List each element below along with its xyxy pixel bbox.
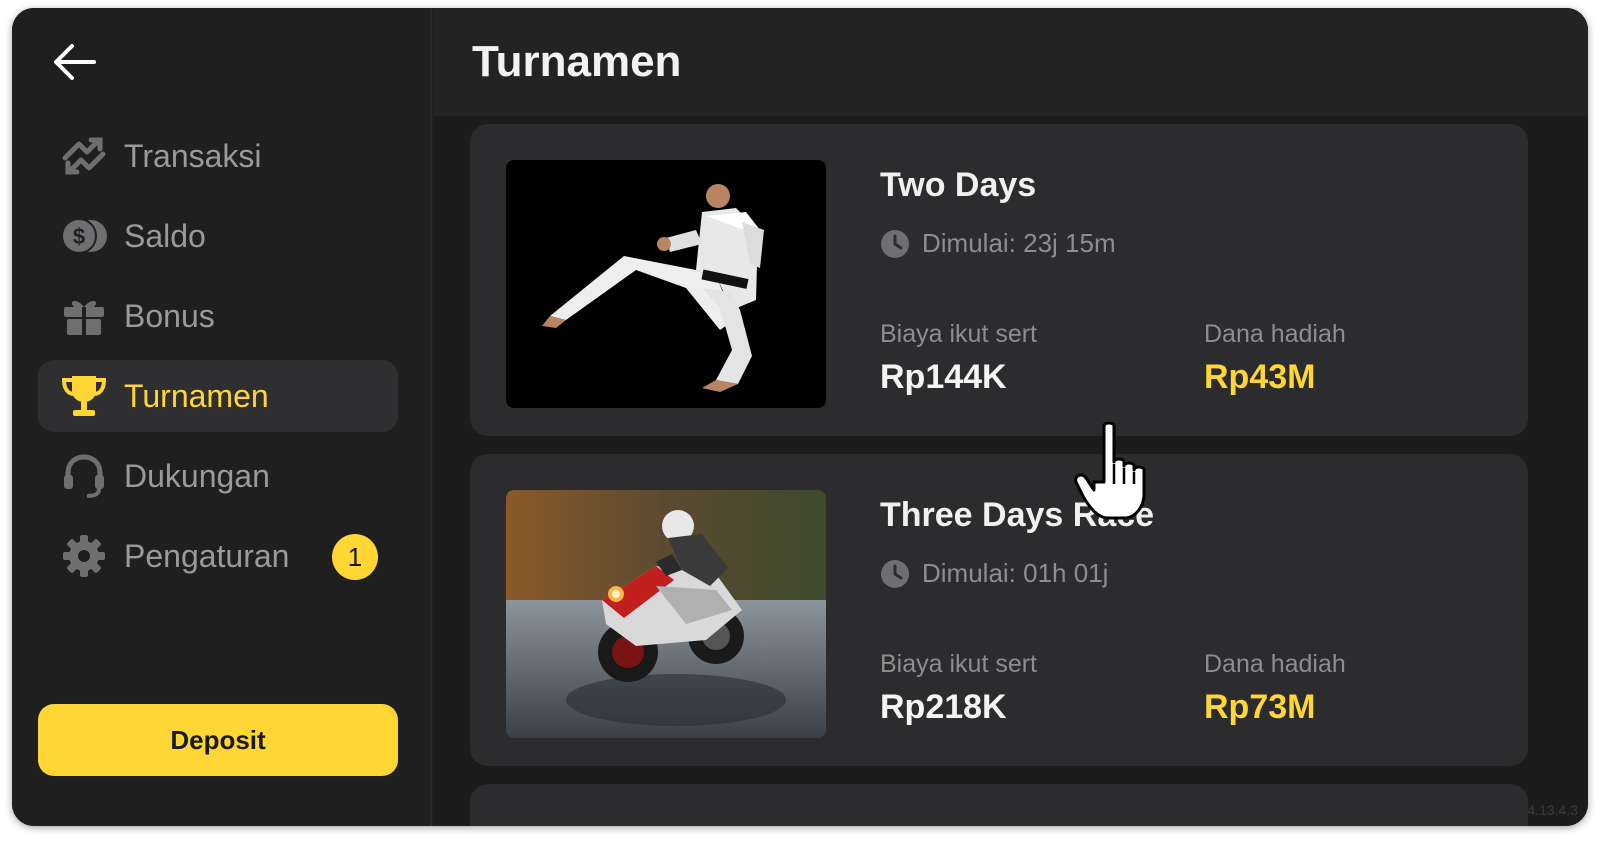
page-title: Turnamen bbox=[472, 37, 682, 86]
header: Turnamen bbox=[434, 8, 1588, 116]
gear-icon bbox=[58, 530, 110, 582]
tournament-title: Three Days Race bbox=[880, 496, 1155, 534]
sidebar-item-saldo[interactable]: $ Saldo bbox=[38, 200, 398, 272]
tournament-start: Dimulai: 01h 01j bbox=[880, 558, 1108, 589]
sidebar-item-pengaturan[interactable]: Pengaturan 1 bbox=[38, 520, 398, 592]
fee-label: Biaya ikut sert bbox=[880, 650, 1038, 678]
deposit-button[interactable]: Deposit bbox=[38, 704, 398, 776]
clock-icon bbox=[881, 229, 909, 258]
start-time: Dimulai: 23j 15m bbox=[922, 228, 1116, 258]
sidebar-item-label: Transaksi bbox=[124, 137, 262, 174]
gift-icon bbox=[58, 290, 110, 342]
arrow-left-icon bbox=[54, 44, 96, 80]
tournament-title: Two Days bbox=[880, 166, 1037, 204]
sidebar: Transaksi $ Saldo Bonus Turnamen Dukunga… bbox=[12, 8, 432, 826]
prize-value: Rp43M bbox=[1204, 358, 1316, 396]
transfer-icon bbox=[58, 130, 110, 182]
notification-badge: 1 bbox=[332, 534, 378, 580]
prize-value: Rp73M bbox=[1204, 688, 1316, 726]
main-content: Turnamen Two Days Dimulai: 23j 15m Biaya… bbox=[434, 8, 1588, 826]
app-window: Transaksi $ Saldo Bonus Turnamen Dukunga… bbox=[12, 8, 1588, 826]
sidebar-item-label: Saldo bbox=[124, 217, 206, 254]
sidebar-item-label: Pengaturan bbox=[124, 537, 290, 574]
svg-text:$: $ bbox=[73, 224, 85, 249]
coins-icon: $ bbox=[58, 210, 110, 262]
headset-icon bbox=[58, 450, 110, 502]
clock-icon bbox=[881, 559, 909, 588]
sidebar-nav: Transaksi $ Saldo Bonus Turnamen Dukunga… bbox=[38, 120, 398, 600]
tournament-card[interactable]: Two Days Dimulai: 23j 15m Biaya ikut ser… bbox=[470, 124, 1528, 436]
prize-label: Dana hadiah bbox=[1204, 650, 1346, 678]
sidebar-item-dukungan[interactable]: Dukungan bbox=[38, 440, 398, 512]
sidebar-item-bonus[interactable]: Bonus bbox=[38, 280, 398, 352]
fee-value: Rp144K bbox=[880, 358, 1007, 396]
taekwondo-kick-photo bbox=[506, 160, 826, 408]
trophy-icon bbox=[58, 370, 110, 422]
tournament-start: Dimulai: 23j 15m bbox=[880, 228, 1116, 259]
sidebar-item-transaksi[interactable]: Transaksi bbox=[38, 120, 398, 192]
start-time: Dimulai: 01h 01j bbox=[922, 558, 1109, 588]
prize-label: Dana hadiah bbox=[1204, 320, 1346, 348]
version-label: 4.13.4.3 bbox=[1527, 802, 1578, 818]
sidebar-item-turnamen[interactable]: Turnamen bbox=[38, 360, 398, 432]
sidebar-item-label: Turnamen bbox=[124, 377, 269, 414]
fee-value: Rp218K bbox=[880, 688, 1007, 726]
tournament-card[interactable] bbox=[470, 784, 1528, 826]
sidebar-item-label: Dukungan bbox=[124, 457, 270, 494]
back-button[interactable] bbox=[50, 38, 98, 86]
tournament-card[interactable]: Three Days Race Dimulai: 01h 01j Biaya i… bbox=[470, 454, 1528, 766]
sidebar-item-label: Bonus bbox=[124, 297, 215, 334]
motorcycle-race-photo bbox=[506, 490, 826, 738]
fee-label: Biaya ikut sert bbox=[880, 320, 1038, 348]
